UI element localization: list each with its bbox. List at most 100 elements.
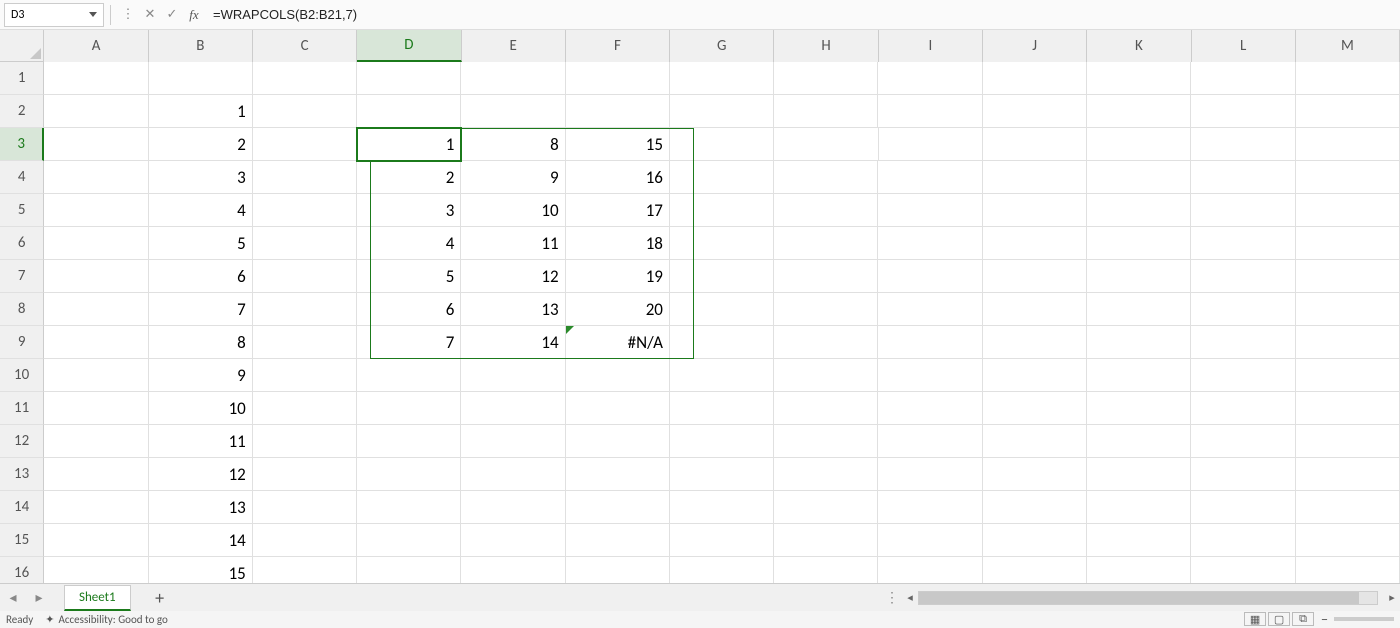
cell-B4[interactable]: 3 — [149, 161, 253, 194]
cell-H8[interactable] — [774, 293, 878, 326]
cell-L1[interactable] — [1191, 62, 1295, 95]
cell-F4[interactable]: 16 — [566, 161, 670, 194]
hscroll-right-icon[interactable]: ▸ — [1384, 591, 1400, 605]
cell-L11[interactable] — [1191, 392, 1295, 425]
cell-H9[interactable] — [774, 326, 878, 359]
cell-A12[interactable] — [44, 425, 148, 458]
cell-F15[interactable] — [566, 524, 670, 557]
cell-B13[interactable]: 12 — [149, 458, 253, 491]
cell-E10[interactable] — [461, 359, 565, 392]
column-header-C[interactable]: C — [253, 30, 357, 62]
cell-F11[interactable] — [566, 392, 670, 425]
cell-J6[interactable] — [983, 227, 1087, 260]
cell-K11[interactable] — [1087, 392, 1191, 425]
cell-B10[interactable]: 9 — [149, 359, 253, 392]
cell-A4[interactable] — [44, 161, 148, 194]
cell-A15[interactable] — [44, 524, 148, 557]
cell-I11[interactable] — [878, 392, 982, 425]
cell-E4[interactable]: 9 — [461, 161, 565, 194]
tab-next-icon[interactable]: ▸ — [26, 585, 52, 611]
cell-C3[interactable] — [253, 128, 357, 161]
cell-I15[interactable] — [878, 524, 982, 557]
row-header-14[interactable]: 14 — [0, 491, 44, 524]
cell-A1[interactable] — [44, 62, 148, 95]
cell-G9[interactable] — [670, 326, 774, 359]
cell-F1[interactable] — [566, 62, 670, 95]
select-all-corner[interactable] — [0, 30, 44, 62]
column-header-G[interactable]: G — [670, 30, 774, 62]
cell-J2[interactable] — [983, 95, 1087, 128]
column-header-M[interactable]: M — [1296, 30, 1400, 62]
cell-L3[interactable] — [1191, 128, 1295, 161]
cell-M5[interactable] — [1296, 194, 1400, 227]
cell-H10[interactable] — [774, 359, 878, 392]
cell-M2[interactable] — [1296, 95, 1400, 128]
cell-G3[interactable] — [670, 128, 774, 161]
cell-E2[interactable] — [461, 95, 565, 128]
cell-D3[interactable]: 1 — [357, 128, 461, 161]
row-header-8[interactable]: 8 — [0, 293, 44, 326]
cell-C15[interactable] — [253, 524, 357, 557]
enter-formula-icon[interactable]: ✓ — [163, 6, 181, 24]
cell-L5[interactable] — [1191, 194, 1295, 227]
cell-J3[interactable] — [983, 128, 1087, 161]
column-header-A[interactable]: A — [44, 30, 148, 62]
cell-A14[interactable] — [44, 491, 148, 524]
row-header-2[interactable]: 2 — [0, 95, 44, 128]
cell-G6[interactable] — [670, 227, 774, 260]
cell-H14[interactable] — [774, 491, 878, 524]
row-header-4[interactable]: 4 — [0, 161, 44, 194]
cell-E1[interactable] — [461, 62, 565, 95]
cell-H2[interactable] — [774, 95, 878, 128]
cell-H11[interactable] — [774, 392, 878, 425]
cell-F13[interactable] — [566, 458, 670, 491]
cell-C9[interactable] — [253, 326, 357, 359]
cell-D8[interactable]: 6 — [357, 293, 461, 326]
cell-L9[interactable] — [1191, 326, 1295, 359]
cell-K10[interactable] — [1087, 359, 1191, 392]
cell-H1[interactable] — [774, 62, 878, 95]
column-header-L[interactable]: L — [1192, 30, 1296, 62]
cell-L6[interactable] — [1191, 227, 1295, 260]
cell-H15[interactable] — [774, 524, 878, 557]
cell-M8[interactable] — [1296, 293, 1400, 326]
cell-K15[interactable] — [1087, 524, 1191, 557]
cell-M6[interactable] — [1296, 227, 1400, 260]
row-header-13[interactable]: 13 — [0, 458, 44, 491]
cell-I4[interactable] — [878, 161, 982, 194]
cell-L4[interactable] — [1191, 161, 1295, 194]
cell-B14[interactable]: 13 — [149, 491, 253, 524]
cell-C10[interactable] — [253, 359, 357, 392]
cell-G5[interactable] — [670, 194, 774, 227]
cell-F2[interactable] — [566, 95, 670, 128]
cell-A7[interactable] — [44, 260, 148, 293]
cell-B5[interactable]: 4 — [149, 194, 253, 227]
cell-J4[interactable] — [983, 161, 1087, 194]
cell-I2[interactable] — [878, 95, 982, 128]
view-page-layout-icon[interactable]: ▢ — [1268, 612, 1290, 626]
column-header-E[interactable]: E — [462, 30, 566, 62]
cell-B15[interactable]: 14 — [149, 524, 253, 557]
cell-E11[interactable] — [461, 392, 565, 425]
cell-D15[interactable] — [357, 524, 461, 557]
cell-D12[interactable] — [357, 425, 461, 458]
zoom-out-icon[interactable]: − — [1321, 611, 1328, 628]
cell-I5[interactable] — [878, 194, 982, 227]
cell-F10[interactable] — [566, 359, 670, 392]
formula-input[interactable] — [205, 3, 1400, 27]
cell-K13[interactable] — [1087, 458, 1191, 491]
cell-M3[interactable] — [1296, 128, 1400, 161]
column-header-I[interactable]: I — [879, 30, 983, 62]
cell-M10[interactable] — [1296, 359, 1400, 392]
cell-A8[interactable] — [44, 293, 148, 326]
cell-J5[interactable] — [983, 194, 1087, 227]
insert-function-icon[interactable]: fx — [185, 6, 203, 24]
cell-C11[interactable] — [253, 392, 357, 425]
tab-more-icon[interactable]: ⋮ — [882, 589, 902, 606]
row-header-6[interactable]: 6 — [0, 227, 44, 260]
horizontal-scrollbar[interactable] — [918, 591, 1378, 605]
chevron-down-icon[interactable] — [89, 12, 97, 17]
view-page-break-icon[interactable]: ⧉ — [1292, 612, 1314, 626]
cell-B2[interactable]: 1 — [149, 95, 253, 128]
horizontal-scroll-thumb[interactable] — [919, 592, 1359, 604]
